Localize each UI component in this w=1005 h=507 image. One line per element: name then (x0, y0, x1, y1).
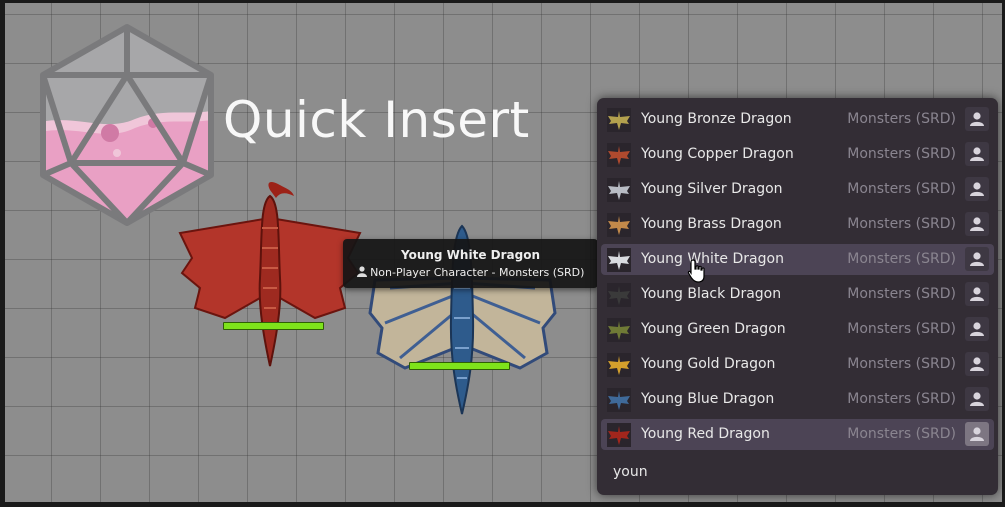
user-icon (970, 427, 984, 441)
user-icon (970, 112, 984, 126)
result-source: Monsters (SRD) (847, 216, 956, 232)
result-row[interactable]: Young Green Dragon Monsters (SRD) (601, 314, 994, 345)
result-row[interactable]: Young Copper Dragon Monsters (SRD) (601, 139, 994, 170)
white-dragon-hp-bar (409, 362, 510, 370)
result-name: Young Copper Dragon (641, 146, 794, 162)
result-row[interactable]: Young White Dragon Monsters (SRD) (601, 244, 994, 275)
result-row[interactable]: Young Red Dragon Monsters (SRD) (601, 419, 994, 450)
result-name: Young Black Dragon (641, 286, 782, 302)
result-source: Monsters (SRD) (847, 286, 956, 302)
result-name: Young Silver Dragon (641, 181, 783, 197)
result-row[interactable]: Young Blue Dragon Monsters (SRD) (601, 384, 994, 415)
result-name: Young White Dragon (641, 251, 784, 267)
result-row[interactable]: Young Gold Dragon Monsters (SRD) (601, 349, 994, 380)
result-row[interactable]: Young Bronze Dragon Monsters (SRD) (601, 104, 994, 135)
dragon-thumbnail-icon (607, 143, 631, 167)
user-icon (970, 182, 984, 196)
actor-user-icon[interactable] (965, 317, 989, 341)
result-source: Monsters (SRD) (847, 146, 956, 162)
user-icon (356, 266, 367, 277)
result-name: Young Gold Dragon (641, 356, 776, 372)
user-icon (970, 147, 984, 161)
result-source: Monsters (SRD) (847, 356, 956, 372)
dragon-thumbnail-icon (607, 283, 631, 307)
actor-user-icon[interactable] (965, 352, 989, 376)
result-source: Monsters (SRD) (847, 181, 956, 197)
result-row[interactable]: Young Black Dragon Monsters (SRD) (601, 279, 994, 310)
user-icon (970, 252, 984, 266)
result-source: Monsters (SRD) (847, 426, 956, 442)
dragon-thumbnail-icon (607, 318, 631, 342)
dragon-thumbnail-icon (607, 353, 631, 377)
result-source: Monsters (SRD) (847, 111, 956, 127)
user-icon (970, 287, 984, 301)
quick-insert-panel: Young Bronze Dragon Monsters (SRD) Young C… (597, 98, 998, 495)
user-icon (970, 322, 984, 336)
dragon-thumbnail-icon (607, 423, 631, 447)
result-name: Young Bronze Dragon (641, 111, 792, 127)
user-icon (970, 392, 984, 406)
dragon-thumbnail-icon (607, 388, 631, 412)
actor-user-icon[interactable] (965, 422, 989, 446)
result-source: Monsters (SRD) (847, 321, 956, 337)
result-name: Young Blue Dragon (641, 391, 775, 407)
result-row[interactable]: Young Silver Dragon Monsters (SRD) (601, 174, 994, 205)
result-source: Monsters (SRD) (847, 251, 956, 267)
dragon-thumbnail-icon (607, 248, 631, 272)
result-source: Monsters (SRD) (847, 391, 956, 407)
red-dragon-hp-bar (223, 322, 324, 330)
search-input[interactable]: youn (613, 464, 648, 480)
red-dragon-token[interactable] (170, 178, 370, 373)
result-row[interactable]: Young Brass Dragon Monsters (SRD) (601, 209, 994, 240)
tooltip-subtitle: Non-Player Character - Monsters (SRD) (370, 266, 585, 279)
tooltip-title: Young White Dragon (401, 248, 540, 262)
dragon-thumbnail-icon (607, 213, 631, 237)
tooltip-subtitle-row: Non-Player Character - Monsters (SRD) (343, 266, 598, 279)
user-icon (970, 357, 984, 371)
result-name: Young Red Dragon (641, 426, 770, 442)
actor-user-icon[interactable] (965, 247, 989, 271)
user-icon (970, 217, 984, 231)
quick-insert-logo-text: Quick Insert (223, 91, 530, 149)
result-name: Young Green Dragon (641, 321, 786, 337)
token-tooltip: Young White Dragon Non-Player Character … (343, 239, 598, 288)
actor-user-icon[interactable] (965, 177, 989, 201)
dragon-thumbnail-icon (607, 178, 631, 202)
actor-user-icon[interactable] (965, 142, 989, 166)
hand-pointer-cursor-icon (687, 259, 705, 283)
dragon-thumbnail-icon (607, 108, 631, 132)
actor-user-icon[interactable] (965, 107, 989, 131)
actor-user-icon[interactable] (965, 282, 989, 306)
actor-user-icon[interactable] (965, 387, 989, 411)
actor-user-icon[interactable] (965, 212, 989, 236)
result-name: Young Brass Dragon (641, 216, 782, 232)
